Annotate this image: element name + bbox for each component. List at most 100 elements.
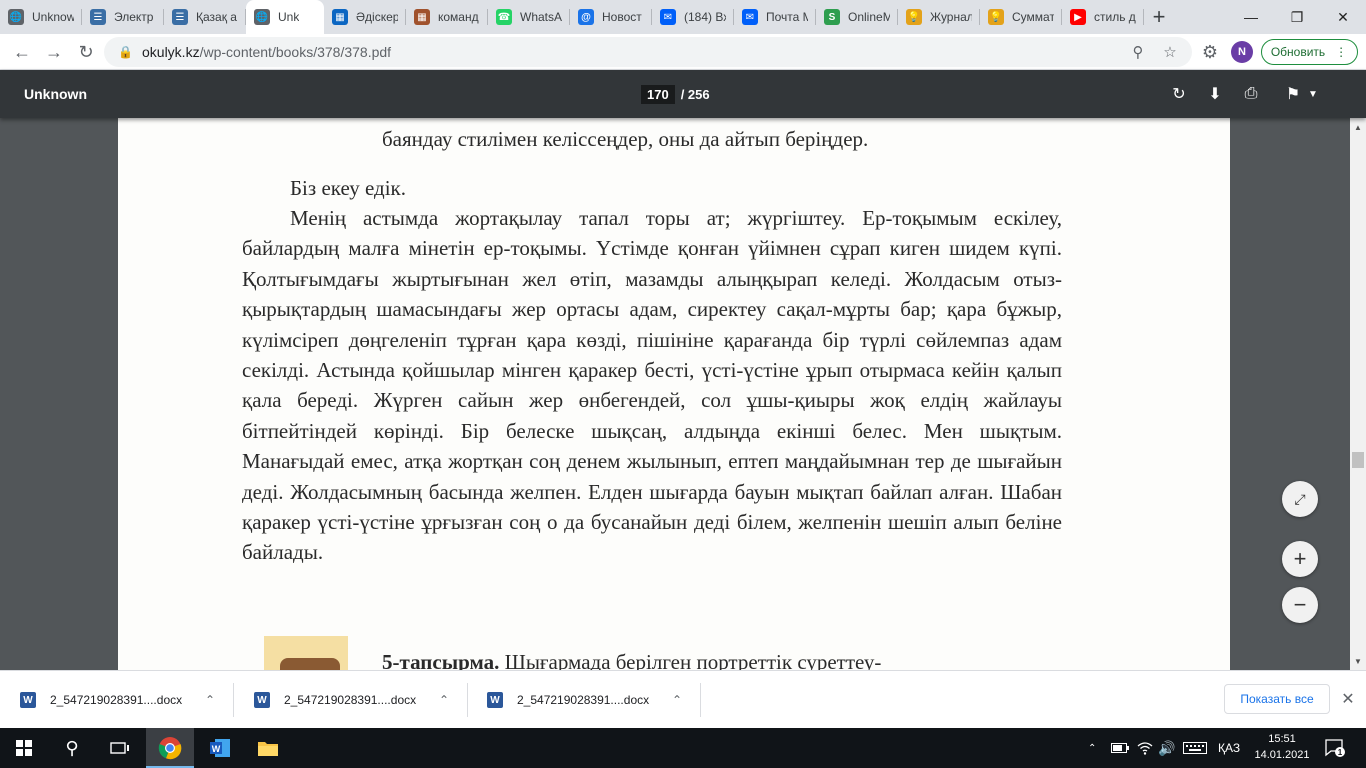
whatsapp-icon: ☎: [496, 9, 512, 25]
scrollbar[interactable]: [1350, 118, 1366, 670]
tray-chevron-icon[interactable]: ⌃: [1088, 728, 1096, 768]
new-tab-button[interactable]: +: [1144, 0, 1174, 34]
download-filename: 2_547219028391....docx: [50, 693, 183, 707]
url-host: okulyk.kz: [142, 44, 200, 60]
url-path: /wp-content/books/378/378.pdf: [199, 44, 392, 60]
rotate-icon[interactable]: ↻: [1167, 82, 1191, 106]
s-icon: S: [824, 9, 840, 25]
at-icon: @: [578, 9, 594, 25]
address-bar[interactable]: 🔒 okulyk.kz/wp-content/books/378/378.pdf…: [104, 37, 1192, 67]
tab-label: стиль д: [1094, 10, 1136, 24]
pdf-viewer-area[interactable]: баяндау стилімен келіссеңдер, оны да айт…: [0, 118, 1366, 670]
forward-button[interactable]: →: [40, 38, 68, 66]
zoom-in-button[interactable]: +: [1282, 541, 1318, 577]
volume-icon[interactable]: 🔊: [1158, 728, 1175, 768]
back-button[interactable]: ←: [8, 38, 36, 66]
task-view-icon[interactable]: [96, 728, 144, 768]
browser-toolbar: ← → ↻ 🔒 okulyk.kz/wp-content/books/378/3…: [0, 34, 1366, 70]
mail-icon: ✉: [660, 9, 676, 25]
profile-avatar[interactable]: N: [1231, 41, 1253, 63]
browser-tab[interactable]: ☰ Қазақ а: [164, 0, 246, 34]
browser-tab[interactable]: ▶ стиль д: [1062, 0, 1144, 34]
zoom-out-button[interactable]: −: [1282, 587, 1318, 623]
minimize-button[interactable]: —: [1228, 0, 1274, 34]
tab-label: Қазақ а: [196, 10, 237, 24]
word-taskbar-icon[interactable]: W: [196, 728, 244, 768]
browser-tab[interactable]: S OnlineM: [816, 0, 898, 34]
chevron-up-icon[interactable]: ⌃: [672, 693, 682, 707]
scroll-thumb[interactable]: [1352, 452, 1364, 468]
tab-label: Unknow: [32, 10, 74, 24]
search-icon[interactable]: ⚲: [48, 728, 96, 768]
browser-tab[interactable]: ▦ команд: [406, 0, 488, 34]
browser-tab[interactable]: ✉ Почта М: [734, 0, 816, 34]
task-line: 5-тапсырма. Шығармада берілген портретті…: [382, 650, 881, 670]
print-icon[interactable]: ⎙: [1239, 82, 1263, 106]
tab-label: Әдіскер: [356, 10, 398, 24]
clock-date: 14.01.2021: [1254, 749, 1310, 761]
downloads-bar: W 2_547219028391....docx ⌃ W 2_547219028391…: [0, 670, 1366, 728]
menu-dots-icon: ⋮: [1335, 45, 1349, 59]
trello-icon: ▦: [414, 9, 430, 25]
browser-tab[interactable]: ☰ Электр: [82, 0, 164, 34]
books-icon: ☰: [90, 9, 106, 25]
bookmark-star-icon[interactable]: ☆: [1156, 41, 1184, 63]
reload-button[interactable]: ↻: [72, 38, 100, 66]
download-filename: 2_547219028391....docx: [517, 693, 650, 707]
download-item[interactable]: W 2_547219028391....docx ⌃: [469, 683, 701, 717]
chrome-taskbar-icon[interactable]: [146, 728, 194, 768]
text-paragraph: Менің астымда жортақылау тапал торы ат; …: [242, 206, 1062, 565]
browser-tab[interactable]: 💡 Журнал: [898, 0, 980, 34]
battery-icon[interactable]: [1111, 728, 1129, 768]
show-all-downloads-button[interactable]: Показать все: [1224, 684, 1330, 714]
current-page-input[interactable]: 170: [641, 85, 675, 104]
browser-tab[interactable]: 🌐 Unknow: [0, 0, 82, 34]
download-item[interactable]: W 2_547219028391....docx ⌃: [2, 683, 234, 717]
input-language[interactable]: ҚАЗ: [1218, 728, 1240, 768]
wifi-icon[interactable]: [1137, 728, 1153, 768]
windows-taskbar: ⚲ W ⌃ 🔊 ҚАЗ 15:51 14.01.2021 1: [0, 728, 1366, 768]
youtube-icon: ▶: [1070, 9, 1086, 25]
browser-tab[interactable]: 🌐 Unk: [246, 0, 324, 34]
browser-tab[interactable]: ✉ (184) Вх: [652, 0, 734, 34]
books-icon: ☰: [172, 9, 188, 25]
tab-label: Журнал: [930, 10, 972, 24]
download-filename: 2_547219028391....docx: [284, 693, 417, 707]
close-window-button[interactable]: ✕: [1320, 0, 1366, 34]
download-item[interactable]: W 2_547219028391....docx ⌃: [236, 683, 468, 717]
browser-tab[interactable]: ☎ WhatsA: [488, 0, 570, 34]
task-label: 5-тапсырма.: [382, 650, 500, 670]
chevron-up-icon[interactable]: ⌃: [205, 693, 215, 707]
word-doc-icon: W: [487, 692, 503, 708]
chevron-up-icon[interactable]: ⌃: [439, 693, 449, 707]
word-doc-icon: W: [20, 692, 36, 708]
clock[interactable]: 15:51 14.01.2021: [1250, 731, 1314, 763]
browser-tab[interactable]: @ Новост: [570, 0, 652, 34]
svg-text:W: W: [212, 744, 221, 754]
close-downloads-icon[interactable]: ✕: [1338, 688, 1358, 710]
maximize-button[interactable]: ❐: [1274, 0, 1320, 34]
bookmark-dropdown-icon[interactable]: ▼: [1301, 82, 1325, 106]
tab-label: (184) Вх: [684, 10, 726, 24]
globe-icon: 🌐: [8, 9, 24, 25]
extensions-puzzle-icon[interactable]: ⚙: [1196, 38, 1224, 66]
scroll-down-icon[interactable]: ▼: [1350, 654, 1366, 668]
pdf-page: баяндау стилімен келіссеңдер, оны да айт…: [118, 118, 1230, 670]
download-icon[interactable]: ⬇: [1203, 82, 1227, 106]
scroll-up-icon[interactable]: ▲: [1350, 120, 1366, 134]
action-center-icon[interactable]: 1: [1325, 728, 1345, 768]
zoom-search-icon[interactable]: ⚲: [1124, 41, 1152, 63]
tab-label: OnlineM: [848, 10, 890, 24]
windows-start-icon[interactable]: [0, 728, 48, 768]
file-explorer-icon[interactable]: [244, 728, 292, 768]
lock-icon: 🔒: [118, 45, 133, 59]
update-button[interactable]: Обновить ⋮: [1261, 39, 1358, 65]
bulb-icon: 💡: [988, 9, 1004, 25]
browser-tab[interactable]: 💡 Суммат: [980, 0, 1062, 34]
browser-tab[interactable]: ▦ Әдіскер: [324, 0, 406, 34]
globe-icon: 🌐: [254, 9, 270, 25]
total-pages: / 256: [680, 87, 710, 102]
fit-page-button[interactable]: ⤢: [1282, 481, 1318, 517]
keyboard-icon[interactable]: [1183, 728, 1207, 768]
tab-label: Unk: [278, 10, 300, 24]
